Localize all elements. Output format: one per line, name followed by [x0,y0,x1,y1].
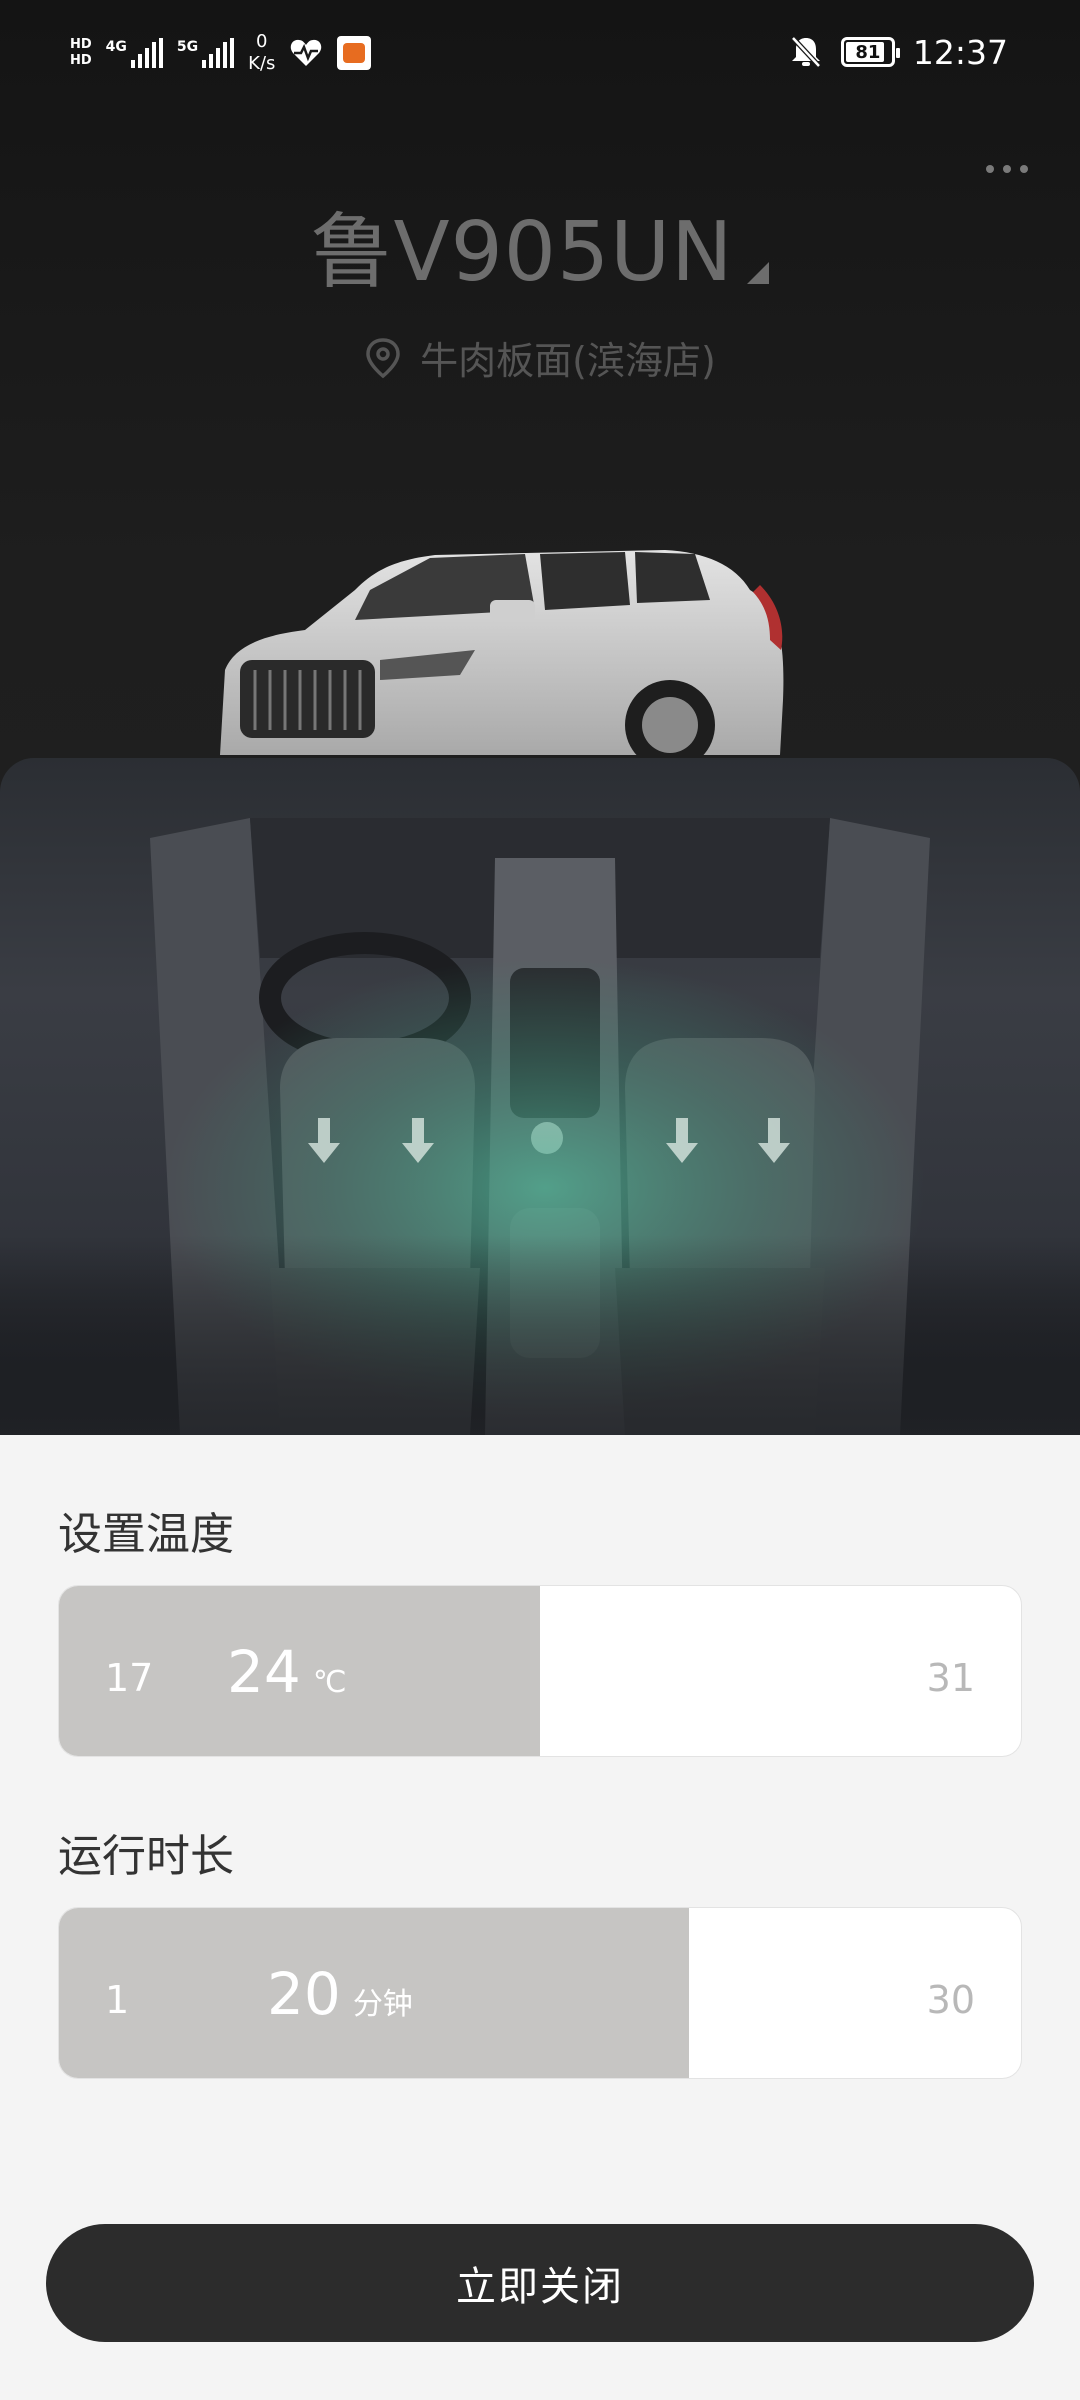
vehicle-plate: 鲁V905UN [310,205,734,300]
speed-value: 0 [256,31,268,52]
hd-bottom-label: HD [70,53,92,68]
duration-slider[interactable]: 1 20 分钟 30 [58,1907,1022,2079]
temperature-value-number: 24 [227,1638,301,1706]
more-options-icon[interactable] [986,165,1028,173]
network-type-4g: 4G [105,39,127,55]
duration-title: 运行时长 [58,1831,234,1882]
signal-bars-icon [130,38,163,68]
cabin-climate-view [0,758,1080,1435]
temperature-min: 17 [105,1656,154,1700]
signal-bars-icon [202,38,235,68]
temperature-value: 24 ℃ [227,1638,347,1706]
battery-icon: 81 [840,37,900,67]
status-right: 81 12:37 [789,30,1008,74]
duration-unit: 分钟 [352,1987,413,2022]
temperature-unit: ℃ [312,1665,347,1700]
status-left: HD HD 4G 5G 0 K/s [70,28,372,78]
temperature-max: 31 [926,1656,975,1700]
vehicle-location: 牛肉板面(滨海店) [0,330,1080,385]
health-heart-icon [291,39,322,66]
signal-4g: 4G [106,38,163,68]
temperature-title: 设置温度 [58,1509,234,1560]
duration-value: 20 分钟 [267,1960,413,2028]
status-bar: HD HD 4G 5G 0 K/s 81 12:37 [0,0,1080,104]
mute-bell-icon [791,36,821,68]
turn-off-now-button[interactable]: 立即关闭 [46,2224,1034,2342]
signal-5g: 5G [176,38,235,68]
network-speed: 0 K/s [248,31,275,75]
duration-value-number: 20 [267,1960,341,2028]
duration-max: 30 [926,1978,975,2022]
cabin-interior-image [0,818,1080,1435]
dropdown-caret-icon [747,262,770,284]
vehicle-plate-selector[interactable]: 鲁V905UN [0,185,1080,304]
location-text: 牛肉板面(滨海店) [420,339,716,383]
vehicle-image [220,550,784,760]
status-time: 12:37 [912,32,1008,72]
location-pin-icon [366,337,400,378]
network-type-5g: 5G [176,39,199,55]
app-notification-icon [337,36,372,70]
duration-min: 1 [105,1978,130,2022]
hd-top-label: HD [70,37,92,52]
speed-unit: K/s [248,53,276,74]
hd-indicator: HD HD [70,37,92,69]
battery-level: 81 [855,41,881,63]
temperature-slider[interactable]: 17 24 ℃ 31 [58,1585,1022,1757]
